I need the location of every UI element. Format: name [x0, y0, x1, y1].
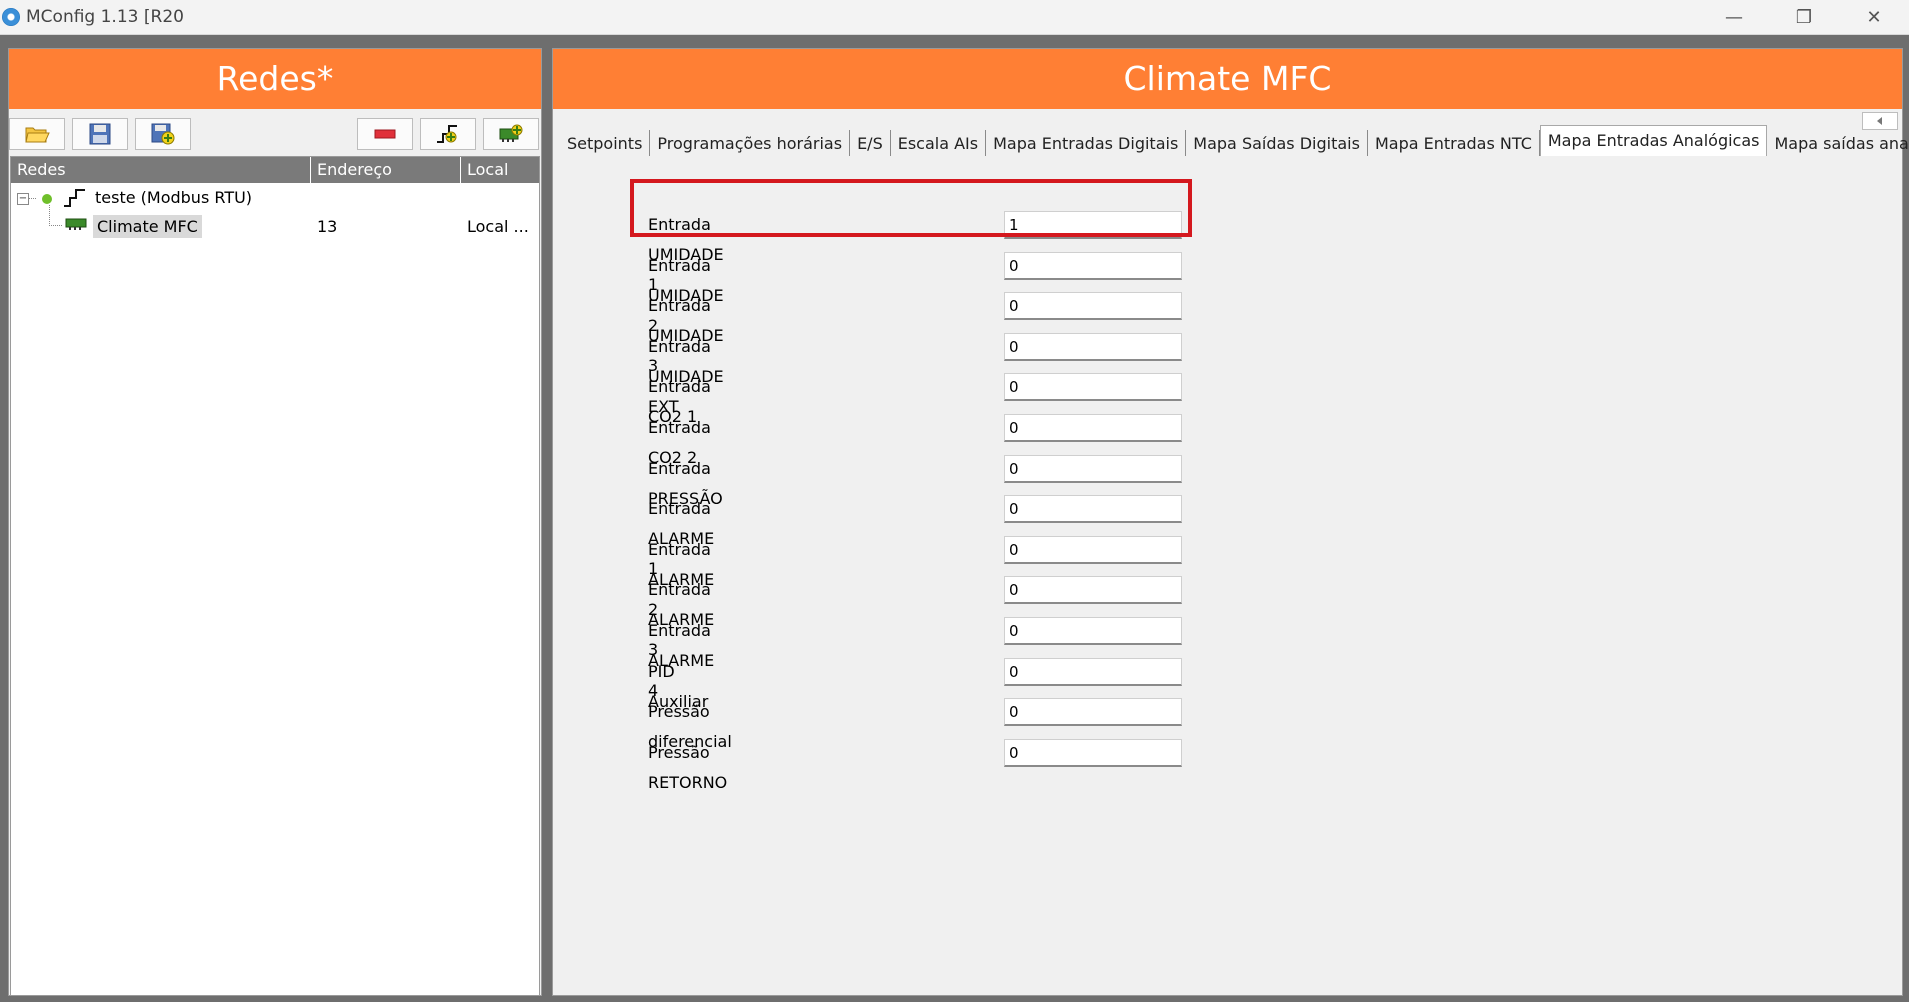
analog-input-field[interactable]: [1004, 414, 1182, 442]
remove-icon: [374, 129, 396, 139]
tab-mapa-saidas-analogicas[interactable]: Mapa saídas analógicas: [1767, 130, 1909, 156]
remove-button[interactable]: [357, 118, 413, 150]
analog-input-field[interactable]: [1004, 576, 1182, 604]
analog-input-field[interactable]: [1004, 495, 1182, 523]
save-add-icon: [151, 123, 175, 145]
add-network-icon: [437, 125, 457, 143]
title-bar: MConfig 1.13 [R20 — ❐ ✕: [0, 0, 1909, 35]
tab-strip: Setpoints Programações horárias E/S Esca…: [560, 125, 1909, 156]
analog-inputs-map: Entrada UMIDADE 1Entrada UMIDADE 2Entrad…: [554, 156, 1899, 994]
device-icon: [65, 218, 87, 230]
analog-input-field[interactable]: [1004, 292, 1182, 320]
close-icon: ✕: [1866, 6, 1882, 28]
analog-input-field[interactable]: [1004, 617, 1182, 645]
network-icon: [64, 189, 85, 207]
tree-device-label[interactable]: Climate MFC: [93, 215, 202, 238]
tab-scroll-left-button[interactable]: [1862, 112, 1898, 130]
analog-input-field[interactable]: [1004, 455, 1182, 483]
tree-device-address: 13: [317, 217, 338, 236]
app-gear-icon: [2, 8, 20, 26]
tab-mapa-entradas-ntc[interactable]: Mapa Entradas NTC: [1368, 130, 1540, 156]
save-icon: [89, 123, 111, 145]
column-header-endereco[interactable]: Endereço: [311, 157, 461, 183]
column-header-local[interactable]: Local: [461, 157, 539, 183]
analog-input-field[interactable]: [1004, 739, 1182, 767]
analog-input-field[interactable]: [1004, 211, 1182, 239]
chevron-left-icon: [1877, 117, 1882, 125]
open-folder-icon: [25, 127, 50, 143]
analog-input-field[interactable]: [1004, 373, 1182, 401]
minimize-button[interactable]: —: [1699, 0, 1769, 34]
tab-mapa-entradas-analogicas[interactable]: Mapa Entradas Analógicas: [1539, 125, 1768, 156]
tree-device-local: Local ...: [467, 217, 529, 236]
analog-input-label: Pressão RETORNO: [648, 743, 728, 792]
save-add-button[interactable]: [135, 118, 191, 150]
add-device-icon: [499, 124, 523, 142]
networks-tree[interactable]: Redes Endereço Local − teste (Modbus RTU…: [10, 156, 540, 996]
window-title: MConfig 1.13 [R20: [26, 7, 184, 27]
analog-input-field[interactable]: [1004, 333, 1182, 361]
close-button[interactable]: ✕: [1839, 0, 1909, 34]
tab-escala-ais[interactable]: Escala AIs: [891, 130, 987, 156]
add-device-button[interactable]: [483, 118, 539, 150]
network-status-icon: [42, 194, 52, 204]
analog-input-field[interactable]: [1004, 252, 1182, 280]
save-button[interactable]: [72, 118, 128, 150]
minimize-icon: —: [1725, 6, 1743, 28]
restore-button[interactable]: ❐: [1769, 0, 1839, 34]
tab-mapa-saidas-digitais[interactable]: Mapa Saídas Digitais: [1186, 130, 1368, 156]
open-button[interactable]: [9, 118, 65, 150]
tab-mapa-entradas-digitais[interactable]: Mapa Entradas Digitais: [986, 130, 1187, 156]
column-header-redes[interactable]: Redes: [11, 157, 311, 183]
restore-icon: ❐: [1795, 6, 1813, 28]
analog-input-field[interactable]: [1004, 536, 1182, 564]
analog-input-field[interactable]: [1004, 698, 1182, 726]
device-panel-title: Climate MFC: [553, 49, 1902, 109]
window-controls: — ❐ ✕: [1699, 0, 1909, 34]
tab-programacoes-horarias[interactable]: Programações horárias: [650, 130, 851, 156]
tree-collapse-toggle[interactable]: −: [17, 193, 29, 205]
add-network-button[interactable]: [420, 118, 476, 150]
networks-panel-title: Redes*: [9, 49, 541, 109]
tab-setpoints[interactable]: Setpoints: [560, 130, 651, 156]
tree-connector-line: [28, 198, 36, 199]
tree-branch-line: [49, 205, 62, 226]
tab-es[interactable]: E/S: [850, 130, 891, 156]
tree-network-label[interactable]: teste (Modbus RTU): [95, 188, 252, 207]
analog-input-field[interactable]: [1004, 658, 1182, 686]
